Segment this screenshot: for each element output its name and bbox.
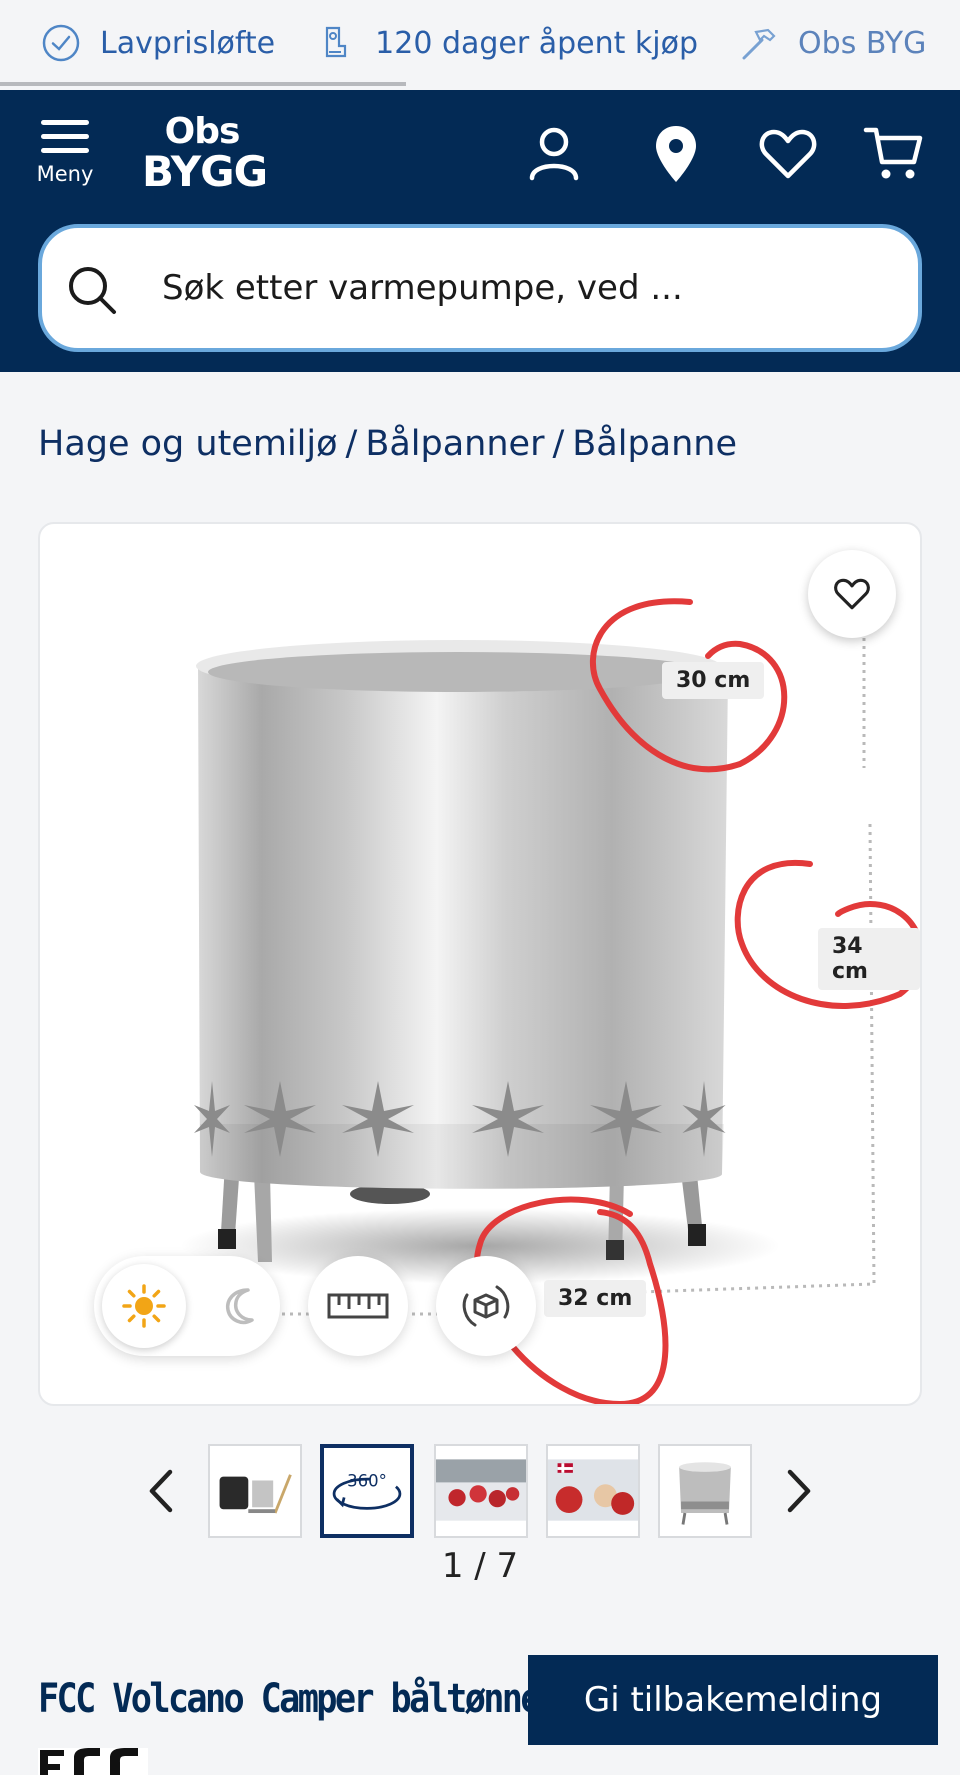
- thumbnail-image: [210, 1446, 300, 1536]
- thumbnail-360[interactable]: 360°: [320, 1444, 414, 1538]
- thumbnail[interactable]: [658, 1444, 752, 1538]
- location-pin-icon[interactable]: [644, 122, 708, 186]
- breadcrumb-separator: /: [345, 424, 358, 464]
- check-circle-icon: [42, 24, 80, 62]
- search-input[interactable]: [162, 258, 882, 318]
- rotate-360-icon: 360°: [324, 1448, 410, 1534]
- thumbnail[interactable]: [546, 1444, 640, 1538]
- search-box[interactable]: [38, 224, 922, 352]
- dark-mode-button[interactable]: [198, 1264, 282, 1348]
- search-icon: [69, 267, 116, 314]
- usp-label: 120 dager åpent kjøp: [375, 25, 699, 61]
- menu-button[interactable]: Meny: [30, 120, 100, 200]
- thumbnail-image: [548, 1446, 638, 1536]
- ruler-icon: [327, 1293, 389, 1319]
- thumbnail[interactable]: [208, 1444, 302, 1538]
- hamburger-icon: [41, 120, 89, 153]
- brand-logo: [38, 1748, 148, 1775]
- usp-label: Obs BYG: [798, 25, 927, 61]
- usp-bar: Lavprisløfte 120 dager åpent kjøp Obs BY…: [0, 0, 960, 86]
- dimension-label-height: 34 cm: [818, 928, 920, 990]
- feedback-button[interactable]: Gi tilbakemelding: [528, 1655, 938, 1745]
- product-viewer[interactable]: 30 cm 34 cm 32 cm: [38, 522, 922, 1406]
- moon-icon: [225, 1288, 254, 1325]
- obs-bygg-logo[interactable]: Obs BYGG: [142, 111, 268, 202]
- hammer-icon: [742, 28, 776, 60]
- breadcrumb-separator: /: [552, 424, 565, 464]
- chevron-left-icon[interactable]: [140, 1464, 184, 1518]
- logo-line1: Obs: [164, 111, 241, 152]
- thumbnail-image: [660, 1446, 750, 1536]
- site-header: Meny Obs BYGG: [0, 90, 960, 372]
- menu-label: Meny: [36, 162, 94, 186]
- gallery-thumbnails: 360°: [0, 1444, 960, 1538]
- ar-view-button[interactable]: [436, 1256, 536, 1356]
- thumbnail[interactable]: [434, 1444, 528, 1538]
- 3d-view-icon: [462, 1285, 510, 1327]
- breadcrumb-item[interactable]: Bålpanne: [572, 424, 737, 464]
- breadcrumb-item[interactable]: Bålpanner: [365, 424, 544, 464]
- gallery-counter: 1 / 7: [441, 1546, 519, 1586]
- usp-item-price-promise[interactable]: Lavprisløfte: [40, 22, 275, 64]
- dimension-label-depth: 30 cm: [662, 662, 765, 699]
- usp-item-obs-bygg[interactable]: Obs BYG: [738, 22, 926, 64]
- thumbnail-image: [436, 1446, 526, 1536]
- cart-icon[interactable]: [862, 122, 926, 186]
- chevron-right-icon[interactable]: [776, 1464, 820, 1518]
- product-page: Lavprisløfte 120 dager åpent kjøp Obs BY…: [0, 0, 960, 1775]
- dimension-label-width: 32 cm: [544, 1280, 647, 1317]
- heart-icon: [834, 578, 870, 610]
- usp-label: Lavprisløfte: [100, 25, 276, 61]
- receipt-icon: [326, 26, 347, 58]
- sun-icon: [122, 1284, 166, 1328]
- light-mode-button[interactable]: [102, 1264, 186, 1348]
- product-title: FCC Volcano Camper båltønne: [38, 1676, 542, 1722]
- lighting-toggle: [94, 1256, 280, 1356]
- thumb-360-label: 360°: [347, 1471, 387, 1490]
- heart-icon[interactable]: [756, 122, 820, 186]
- favorite-button[interactable]: [808, 550, 896, 638]
- user-icon[interactable]: [522, 122, 586, 186]
- logo-line2: BYGG: [142, 147, 268, 196]
- usp-progress-bar: [0, 82, 406, 86]
- breadcrumb-item[interactable]: Hage og utemiljø: [38, 424, 338, 464]
- usp-item-open-purchase[interactable]: 120 dager åpent kjøp: [315, 22, 698, 64]
- measure-button[interactable]: [308, 1256, 408, 1356]
- breadcrumb: Hage og utemiljø / Bålpanner / Bålpanne: [38, 424, 737, 464]
